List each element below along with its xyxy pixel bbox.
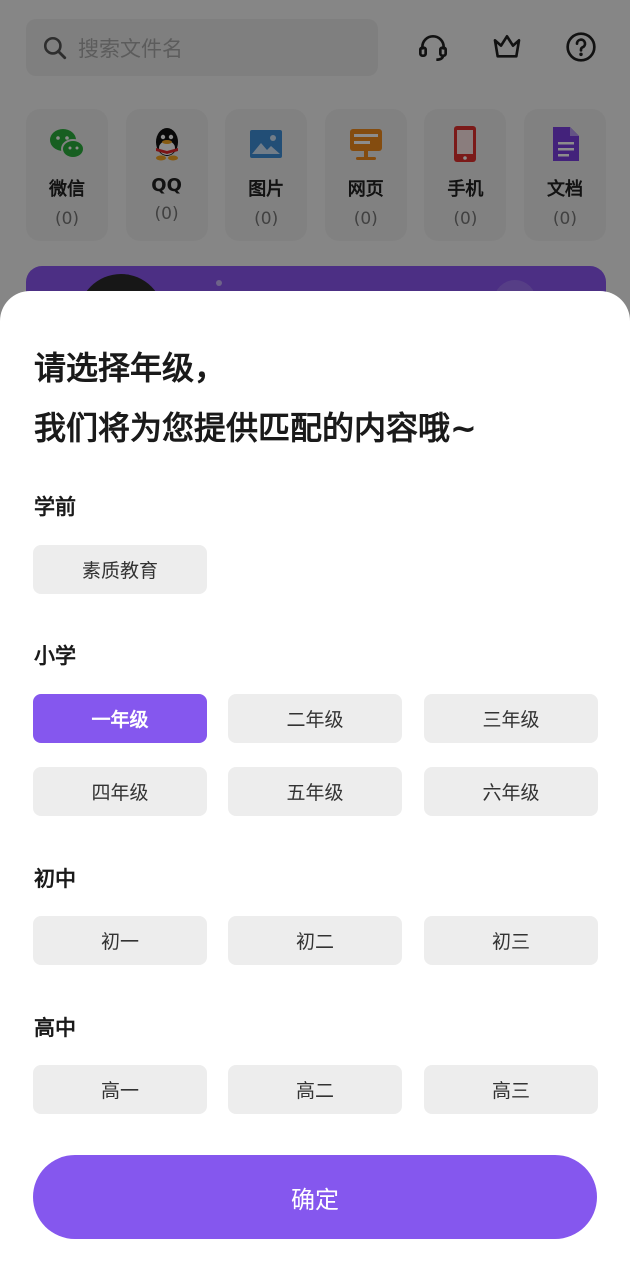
confirm-button[interactable]: 确定 <box>33 1155 597 1239</box>
grade-option[interactable]: 六年级 <box>424 767 598 816</box>
sheet-headline-line2: 我们将为您提供匹配的内容哦~ <box>34 409 477 447</box>
grade-selection-sheet: 请选择年级， 我们将为您提供匹配的内容哦~ 学前 素质教育 小学 一年级 二年级… <box>0 291 630 1280</box>
grade-option[interactable]: 四年级 <box>33 767 207 816</box>
grade-option[interactable]: 素质教育 <box>33 545 207 594</box>
grade-option[interactable]: 三年级 <box>424 694 598 743</box>
section-title-primary: 小学 <box>34 644 76 668</box>
grade-option[interactable]: 高一 <box>33 1065 207 1114</box>
grade-option[interactable]: 初一 <box>33 916 207 965</box>
grade-option[interactable]: 初三 <box>424 916 598 965</box>
grade-option[interactable]: 高三 <box>424 1065 598 1114</box>
grade-option[interactable]: 二年级 <box>228 694 402 743</box>
section-title-preschool: 学前 <box>34 495 76 519</box>
grade-option[interactable]: 高二 <box>228 1065 402 1114</box>
sheet-headline-line1: 请选择年级， <box>34 349 227 387</box>
section-title-senior-high: 高中 <box>34 1016 76 1040</box>
section-title-junior-high: 初中 <box>34 867 76 891</box>
grade-option[interactable]: 五年级 <box>228 767 402 816</box>
grade-option[interactable]: 初二 <box>228 916 402 965</box>
grade-option-selected[interactable]: 一年级 <box>33 694 207 743</box>
